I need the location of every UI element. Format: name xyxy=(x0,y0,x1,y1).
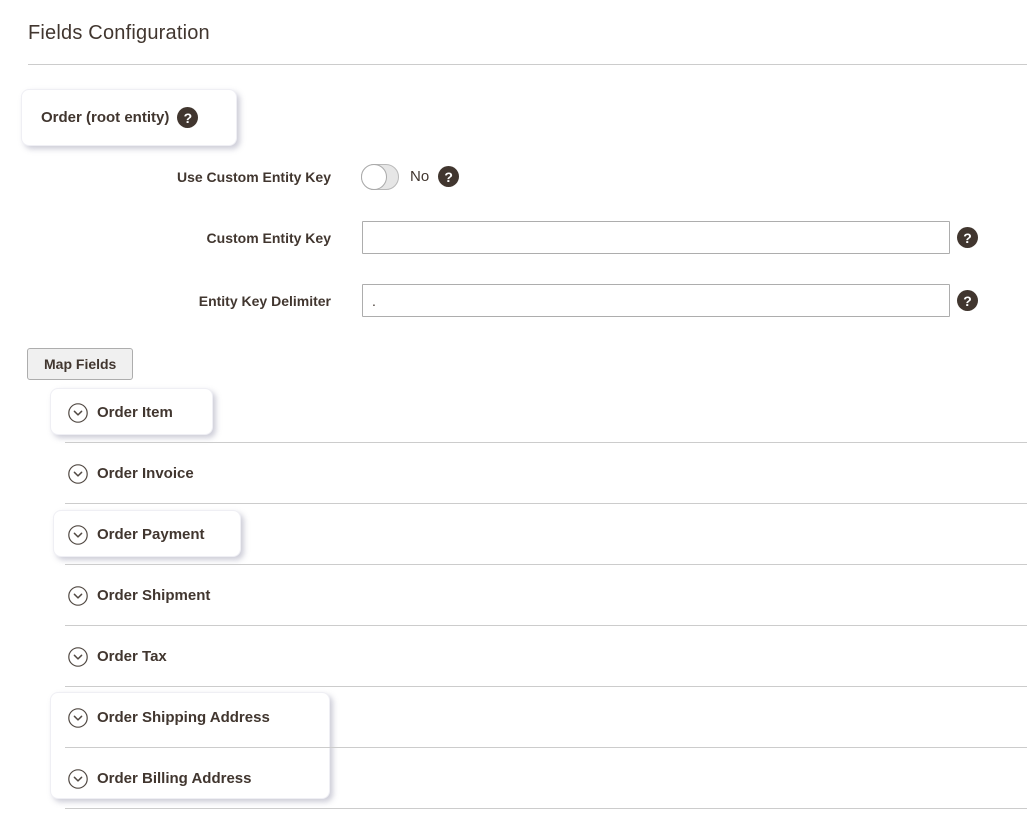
section-header-order-tax[interactable]: Order Tax xyxy=(68,626,167,687)
page-title: Fields Configuration xyxy=(28,22,210,45)
custom-entity-key-label: Custom Entity Key xyxy=(0,230,331,246)
section-header-order-billing-address[interactable]: Order Billing Address xyxy=(68,748,251,809)
section-header-order-payment[interactable]: Order Payment xyxy=(68,504,205,565)
section-label: Order Tax xyxy=(97,648,167,665)
help-icon[interactable]: ? xyxy=(957,227,978,248)
row-divider xyxy=(65,808,1027,809)
section-row-order-shipment: Order Shipment xyxy=(0,565,1027,626)
section-label: Order Shipping Address xyxy=(97,709,270,726)
entity-sections-list: Order Item Order Invoice Order Pa xyxy=(0,382,1027,809)
chevron-down-circle-icon xyxy=(68,464,88,484)
root-entity-header[interactable]: Order (root entity) ? xyxy=(21,89,237,146)
section-label: Order Shipment xyxy=(97,587,210,604)
row-divider xyxy=(65,625,1027,626)
toggle-knob[interactable] xyxy=(361,164,387,190)
entity-key-delimiter-label: Entity Key Delimiter xyxy=(0,293,331,309)
section-label: Order Payment xyxy=(97,526,205,543)
section-row-order-tax: Order Tax xyxy=(0,626,1027,687)
help-icon[interactable]: ? xyxy=(438,166,459,187)
section-header-order-shipment[interactable]: Order Shipment xyxy=(68,565,210,626)
section-label: Order Billing Address xyxy=(97,770,251,787)
section-label: Order Invoice xyxy=(97,465,194,482)
section-row-order-payment: Order Payment xyxy=(0,504,1027,565)
section-row-order-billing-address: Order Billing Address xyxy=(0,748,1027,809)
field-row-custom-entity-key: Custom Entity Key ? xyxy=(0,221,978,254)
section-row-order-invoice: Order Invoice xyxy=(0,443,1027,504)
custom-entity-key-input[interactable] xyxy=(362,221,950,254)
section-header-order-invoice[interactable]: Order Invoice xyxy=(68,443,194,504)
chevron-down-circle-icon xyxy=(68,525,88,545)
section-label: Order Item xyxy=(97,404,173,421)
root-entity-label: Order (root entity) xyxy=(41,109,169,126)
chevron-down-circle-icon xyxy=(68,586,88,606)
field-row-entity-key-delimiter: Entity Key Delimiter ? xyxy=(0,284,978,317)
entity-key-delimiter-input[interactable] xyxy=(362,284,950,317)
section-header-order-shipping-address[interactable]: Order Shipping Address xyxy=(68,687,270,748)
help-icon[interactable]: ? xyxy=(177,107,198,128)
section-row-order-item: Order Item xyxy=(0,382,1027,443)
use-custom-entity-key-label: Use Custom Entity Key xyxy=(0,169,331,185)
row-divider xyxy=(65,442,1027,443)
map-fields-button[interactable]: Map Fields xyxy=(27,348,133,380)
chevron-down-circle-icon xyxy=(68,769,88,789)
section-header-order-item[interactable]: Order Item xyxy=(68,382,173,443)
help-icon[interactable]: ? xyxy=(957,290,978,311)
row-divider xyxy=(65,503,1027,504)
field-row-use-custom-entity-key: Use Custom Entity Key No ? xyxy=(0,160,459,193)
toggle-state-label: No xyxy=(410,168,429,185)
chevron-down-circle-icon xyxy=(68,647,88,667)
title-divider xyxy=(28,64,1027,65)
fields-configuration-page: Fields Configuration Order (root entity)… xyxy=(0,0,1027,825)
use-custom-entity-key-toggle[interactable] xyxy=(361,164,399,190)
chevron-down-circle-icon xyxy=(68,403,88,423)
section-row-order-shipping-address: Order Shipping Address xyxy=(0,687,1027,748)
chevron-down-circle-icon xyxy=(68,708,88,728)
